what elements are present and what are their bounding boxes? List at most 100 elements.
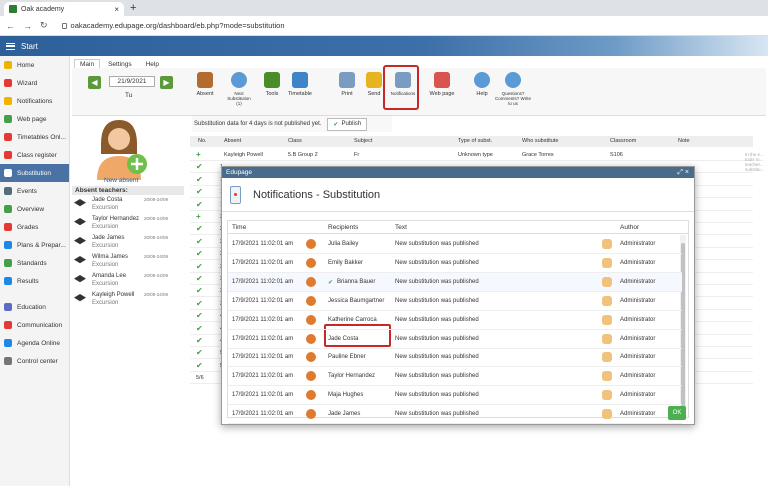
- notification-author: Administrator: [620, 316, 656, 323]
- absent-teacher[interactable]: Jade James 20/09-24/09 Excursion: [74, 235, 186, 253]
- sidebar-item-education[interactable]: Education: [0, 298, 69, 316]
- prev-day-button[interactable]: ◀: [88, 76, 101, 89]
- check-icon: ✔: [196, 360, 203, 370]
- ribbon-button-label: Absent: [196, 91, 214, 97]
- ok-button[interactable]: OK: [668, 406, 686, 420]
- absent-teacher[interactable]: Amanda Lee 20/09-24/09 Excursion: [74, 273, 186, 291]
- notification-row[interactable]: 17/9/2021 11:02:01 am Pauline Ebner New su…: [228, 348, 682, 368]
- teacher-name: Wilma James: [92, 254, 129, 260]
- notification-recipient: Brianna Bauer: [337, 278, 376, 285]
- menu-icon[interactable]: [6, 42, 15, 50]
- sidebar-item-grades[interactable]: Grades: [0, 218, 69, 236]
- expand-icon[interactable]: ⤢: [677, 169, 683, 176]
- dialog-title: Notifications - Substitution: [253, 188, 381, 201]
- sidebar-item-plans-prepar[interactable]: Plans & Prepar...: [0, 236, 69, 254]
- next-substitution-button[interactable]: Next Substitution (1): [224, 72, 254, 106]
- graduation-cap-icon: [74, 218, 86, 226]
- sidebar-icon: [4, 169, 12, 177]
- close-icon[interactable]: ×: [114, 5, 119, 14]
- author-icon: [602, 390, 612, 401]
- new-absent-link[interactable]: New absent: [104, 177, 138, 184]
- subs-col-header[interactable]: Subject: [354, 138, 372, 144]
- subs-col-header[interactable]: No.: [198, 138, 207, 144]
- notification-row[interactable]: 17/9/2021 11:02:01 am Maja Hughes New subs…: [228, 386, 682, 406]
- publish-button[interactable]: ✔ Publish: [327, 117, 368, 131]
- forward-icon[interactable]: →: [23, 21, 32, 31]
- absent-button[interactable]: Absent: [190, 72, 220, 97]
- check-icon: ✔: [196, 174, 203, 184]
- timetable-button[interactable]: Timetable: [285, 72, 315, 97]
- sidebar-item-timetables-onl[interactable]: Timetables Onl...: [0, 128, 69, 146]
- dialog-header: Notifications - Substitution: [222, 178, 694, 212]
- sidebar-icon: [4, 339, 12, 347]
- notification-author: Administrator: [620, 373, 656, 380]
- browser-tab[interactable]: Oak academy ×: [4, 2, 124, 16]
- browser-toolbar: ← → ↻ oakacademy.edupage.org/dashboard/e…: [0, 16, 768, 36]
- subs-col-header[interactable]: Absent: [224, 138, 241, 144]
- sidebar-icon: [4, 133, 12, 141]
- sidebar-item-standards[interactable]: Standards: [0, 254, 69, 272]
- subs-col-header[interactable]: Type of subst.: [458, 138, 492, 144]
- sidebar-item-web-page[interactable]: Web page: [0, 110, 69, 128]
- date-field[interactable]: 21/9/2021: [109, 76, 155, 87]
- sidebar-item-communication[interactable]: Communication: [0, 316, 69, 334]
- print-button[interactable]: Print: [332, 72, 362, 97]
- sidebar-item-substitution[interactable]: Substitution: [0, 164, 69, 182]
- notification-row[interactable]: 17/9/2021 11:02:01 am ✔ Brianna Bauer New s…: [228, 272, 682, 292]
- subs-col-header[interactable]: Note: [678, 138, 690, 144]
- sidebar-item-label: Timetables Onl...: [17, 133, 66, 141]
- col-time[interactable]: Time: [232, 224, 246, 231]
- ribbon-icon: [474, 72, 490, 88]
- notification-row[interactable]: 17/9/2021 11:02:01 am Jade Costa New subst…: [228, 330, 682, 349]
- notification-row[interactable]: 17/9/2021 11:02:01 am Jessica Baumgartner…: [228, 292, 682, 311]
- col-author[interactable]: Author: [620, 224, 639, 231]
- sidebar-item-events[interactable]: Events: [0, 182, 69, 200]
- ribbon-button-label: Send: [367, 91, 381, 97]
- recipient-icon: [306, 352, 316, 363]
- address-bar[interactable]: oakacademy.edupage.org/dashboard/eb.php?…: [61, 21, 285, 30]
- notification-time: 17/9/2021 11:02:01 am: [232, 335, 294, 342]
- sidebar-item-class-register[interactable]: Class register: [0, 146, 69, 164]
- sidebar-item-home[interactable]: Home: [0, 56, 69, 74]
- author-icon: [602, 295, 612, 306]
- next-day-button[interactable]: ▶: [160, 76, 173, 89]
- ribbon-button-label: Timetable: [288, 91, 312, 97]
- subs-row[interactable]: +1Kayleigh Powell5.B Group 2FrUnknown ty…: [190, 149, 753, 161]
- tools-button[interactable]: Tools: [257, 72, 287, 97]
- reload-icon[interactable]: ↻: [40, 20, 48, 31]
- new-tab-icon[interactable]: +: [130, 2, 136, 14]
- sidebar-item-wizard[interactable]: Wizard: [0, 74, 69, 92]
- subs-col-header[interactable]: Class: [288, 138, 302, 144]
- col-recipients[interactable]: Recipients: [328, 224, 358, 231]
- notification-author: Administrator: [620, 392, 656, 399]
- sidebar-item-agenda-online[interactable]: Agenda Online: [0, 334, 69, 352]
- absent-teacher[interactable]: Kayleigh Powell 20/09-24/09 Excursion: [74, 292, 186, 310]
- close-icon[interactable]: ×: [685, 169, 689, 176]
- sidebar-item-control-center[interactable]: Control center: [0, 352, 69, 370]
- subs-col-header[interactable]: Classroom: [610, 138, 636, 144]
- notification-text: New substitution was published: [395, 354, 479, 361]
- notification-row[interactable]: 17/9/2021 11:02:01 am Emily Bakker New sub…: [228, 254, 682, 273]
- absent-teacher[interactable]: Jade Costa 20/09-24/09 Excursion: [74, 197, 186, 215]
- sidebar-item-overview[interactable]: Overview: [0, 200, 69, 218]
- ribbon-button-label: Web page: [429, 91, 455, 97]
- notification-row[interactable]: 17/9/2021 11:02:01 am Julia Bailey New sub…: [228, 235, 682, 254]
- questions-comments-write-to-us-button[interactable]: Questions? Comments? Write to us: [494, 72, 532, 106]
- absent-teacher[interactable]: Wilma James 20/09-24/09 Excursion: [74, 254, 186, 272]
- web-page-button[interactable]: Web page: [427, 72, 457, 97]
- topbar-title[interactable]: Start: [21, 42, 38, 51]
- teacher-name: Jade Costa: [92, 197, 123, 203]
- sidebar-item-results[interactable]: Results: [0, 272, 69, 290]
- sidebar-item-notifications[interactable]: Notifications: [0, 92, 69, 110]
- ribbon-button-label: Tools: [265, 91, 279, 97]
- notification-row[interactable]: 17/9/2021 11:02:01 am Jade James New subst…: [228, 405, 682, 425]
- back-icon[interactable]: ←: [6, 21, 15, 31]
- col-text[interactable]: Text: [395, 224, 407, 231]
- absent-teacher[interactable]: Taylor Hernandez 20/09-24/09 Excursion: [74, 216, 186, 234]
- notification-row[interactable]: 17/9/2021 11:02:01 am Katherine Carroca Ne…: [228, 311, 682, 330]
- teacher-name: Amanda Lee: [92, 273, 127, 279]
- help-button[interactable]: Help: [467, 72, 497, 97]
- subs-col-header[interactable]: Who substitute: [522, 138, 558, 144]
- absence-reason: Excursion: [92, 243, 119, 249]
- notification-row[interactable]: 17/9/2021 11:02:01 am Taylor Hernandez New…: [228, 367, 682, 387]
